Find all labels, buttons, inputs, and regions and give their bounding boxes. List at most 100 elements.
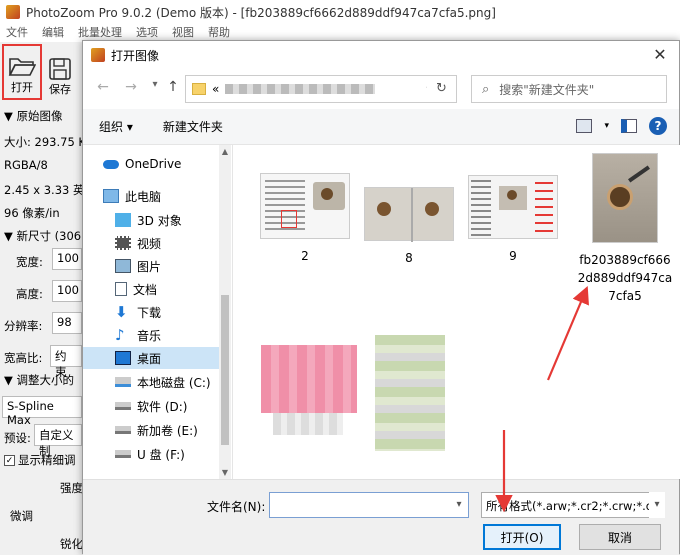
cloud-icon	[103, 159, 119, 169]
view-dropdown-icon[interactable]: ▾	[604, 121, 609, 131]
menu-file[interactable]: 文件	[6, 24, 28, 42]
address-bar[interactable]: «	[185, 75, 457, 103]
file-name: 8	[405, 251, 413, 265]
resolution-input[interactable]: 98	[52, 312, 82, 334]
address-prefix: «	[212, 82, 220, 96]
scroll-down-icon[interactable]: ▼	[219, 468, 231, 477]
sidebar-item-drive-d[interactable]: 软件 (D:)	[83, 395, 219, 417]
height-input[interactable]: 100	[52, 280, 82, 302]
original-image-header[interactable]: ▼ 原始图像	[4, 108, 63, 124]
sidebar-item-drive-c[interactable]: 本地磁盘 (C:)	[83, 371, 219, 393]
preview-pane-icon[interactable]	[621, 119, 637, 133]
view-mode-icon[interactable]	[576, 119, 593, 133]
dialog-title: 打开图像	[111, 48, 160, 63]
cube-icon	[115, 213, 131, 227]
sidebar-item-desktop[interactable]: 桌面	[83, 347, 219, 369]
refresh-icon[interactable]: ↻	[427, 75, 457, 103]
sidebar-item-pictures[interactable]: 图片	[83, 255, 219, 277]
computer-icon	[103, 189, 119, 203]
sidebar-item-label: 软件 (D:)	[137, 399, 188, 414]
app-title-bar: PhotoZoom Pro 9.0.2 (Demo 版本) - [fb20388…	[0, 0, 680, 24]
sidebar-item-label: 视频	[137, 236, 162, 251]
toolbar-save-button[interactable]: 保存	[42, 44, 78, 100]
sidebar-item-usb-f[interactable]: U 盘 (F:)	[83, 443, 219, 465]
dialog-footer: 文件名(N): ▾ 所有格式(*.arw;*.cr2;*.crw;*.dc ▾ …	[83, 479, 679, 555]
filename-input[interactable]	[269, 492, 469, 518]
toolbar-open-button[interactable]: 打开	[2, 44, 42, 100]
height-label: 高度:	[16, 287, 43, 301]
open-image-dialog: 打开图像 ✕ ← → ▾ ↑ « ▾ ↻ ⌕ 搜索"新建文件夹" 组织 ▾ 新建…	[82, 40, 680, 555]
new-size-header[interactable]: ▼ 新尺寸 (306	[4, 228, 81, 244]
file-thumbnail	[468, 175, 558, 239]
drive-icon	[115, 402, 131, 410]
sidebar-item-downloads[interactable]: ⬇ 下载	[83, 301, 219, 323]
sidebar-item-label: 文档	[133, 282, 158, 297]
organize-button[interactable]: 组织 ▾	[99, 118, 133, 135]
sidebar-item-label: 本地磁盘 (C:)	[137, 375, 211, 390]
video-icon	[115, 236, 131, 250]
app-toolbar: 打开 保存	[0, 42, 90, 104]
resize-header[interactable]: ▼ 调整大小的	[4, 372, 74, 388]
file-item-9[interactable]: 9	[465, 175, 561, 265]
filename-dropdown-icon[interactable]: ▾	[449, 492, 469, 518]
aspect-label: 宽高比:	[4, 351, 43, 365]
sidebar-item-music[interactable]: ♪ 音乐	[83, 324, 219, 346]
drive-icon	[115, 377, 131, 387]
sidebar-item-onedrive[interactable]: OneDrive	[83, 153, 219, 175]
file-thumbnail	[364, 187, 454, 242]
folder-open-icon	[8, 58, 36, 76]
file-item-2[interactable]: 2	[257, 173, 353, 265]
back-arrow-icon[interactable]: ←	[93, 79, 113, 99]
sidebar-item-videos[interactable]: 视频	[83, 232, 219, 254]
blurred-thumbnail[interactable]	[261, 331, 357, 441]
open-button[interactable]: 打开(O)	[483, 524, 561, 550]
search-box[interactable]: ⌕ 搜索"新建文件夹"	[471, 75, 667, 103]
file-type-select[interactable]: 所有格式(*.arw;*.cr2;*.crw;*.dc	[481, 492, 665, 518]
blurred-thumbnail[interactable]	[375, 335, 445, 451]
cancel-button[interactable]: 取消	[579, 524, 661, 550]
new-folder-button[interactable]: 新建文件夹	[163, 118, 223, 135]
toolbar-open-label: 打开	[11, 81, 33, 94]
toolbar-save-label: 保存	[49, 83, 71, 96]
scrollbar-thumb[interactable]	[221, 295, 229, 445]
close-icon[interactable]: ✕	[649, 45, 671, 65]
dialog-title-bar: 打开图像 ✕	[83, 41, 679, 69]
command-bar: 组织 ▾ 新建文件夹 ▾ ?	[83, 109, 679, 145]
show-fine-checkbox[interactable]: ✓	[4, 454, 15, 466]
chevron-down-icon[interactable]: ▾	[145, 79, 165, 99]
aspect-select[interactable]: 约束	[50, 345, 82, 379]
sidebar-item-drive-e[interactable]: 新加卷 (E:)	[83, 419, 219, 441]
sidebar-item-label: 此电脑	[125, 189, 162, 204]
sidebar-item-label: 图片	[137, 259, 162, 274]
picture-icon	[115, 259, 131, 273]
file-item-8[interactable]: 8	[361, 187, 457, 267]
save-icon	[49, 58, 71, 80]
help-icon[interactable]: ?	[649, 117, 667, 135]
navigation-bar: ← → ▾ ↑ « ▾ ↻ ⌕ 搜索"新建文件夹"	[83, 69, 679, 109]
sidebar-item-label: U 盘 (F:)	[137, 447, 185, 462]
sidebar-scrollbar[interactable]: ▲ ▼	[219, 145, 231, 479]
search-placeholder: 搜索"新建文件夹"	[499, 82, 595, 97]
sidebar-item-3d-objects[interactable]: 3D 对象	[83, 209, 219, 231]
sidebar-item-label: 下载	[137, 305, 162, 320]
preset-label: 预设:	[4, 431, 31, 445]
menu-edit[interactable]: 编辑	[42, 24, 64, 42]
filter-dropdown-icon[interactable]: ▾	[649, 492, 665, 518]
sidebar-item-label: 桌面	[137, 351, 162, 366]
sidebar-item-documents[interactable]: 文档	[83, 278, 219, 300]
show-fine-row[interactable]: ✓ 显示精细调	[4, 452, 76, 468]
file-item-fb203889[interactable]: fb203889cf6662d889ddf947ca7cfa5	[577, 153, 673, 305]
method-select[interactable]: S-Spline Max	[2, 396, 82, 427]
width-input[interactable]: 100	[52, 248, 82, 270]
scroll-up-icon[interactable]: ▲	[219, 147, 231, 156]
search-icon: ⌕	[482, 81, 490, 97]
width-label: 宽度:	[16, 255, 43, 269]
address-path-blurred	[225, 84, 376, 94]
folder-icon	[192, 83, 206, 95]
preset-select[interactable]: 自定义制	[34, 424, 82, 458]
original-size: 大小: 293.75 K	[4, 135, 86, 149]
sidebar-item-label: 3D 对象	[137, 213, 182, 228]
sidebar-item-this-pc[interactable]: 此电脑	[83, 185, 219, 207]
forward-arrow-icon[interactable]: →	[121, 79, 141, 99]
up-arrow-icon[interactable]: ↑	[163, 79, 183, 99]
